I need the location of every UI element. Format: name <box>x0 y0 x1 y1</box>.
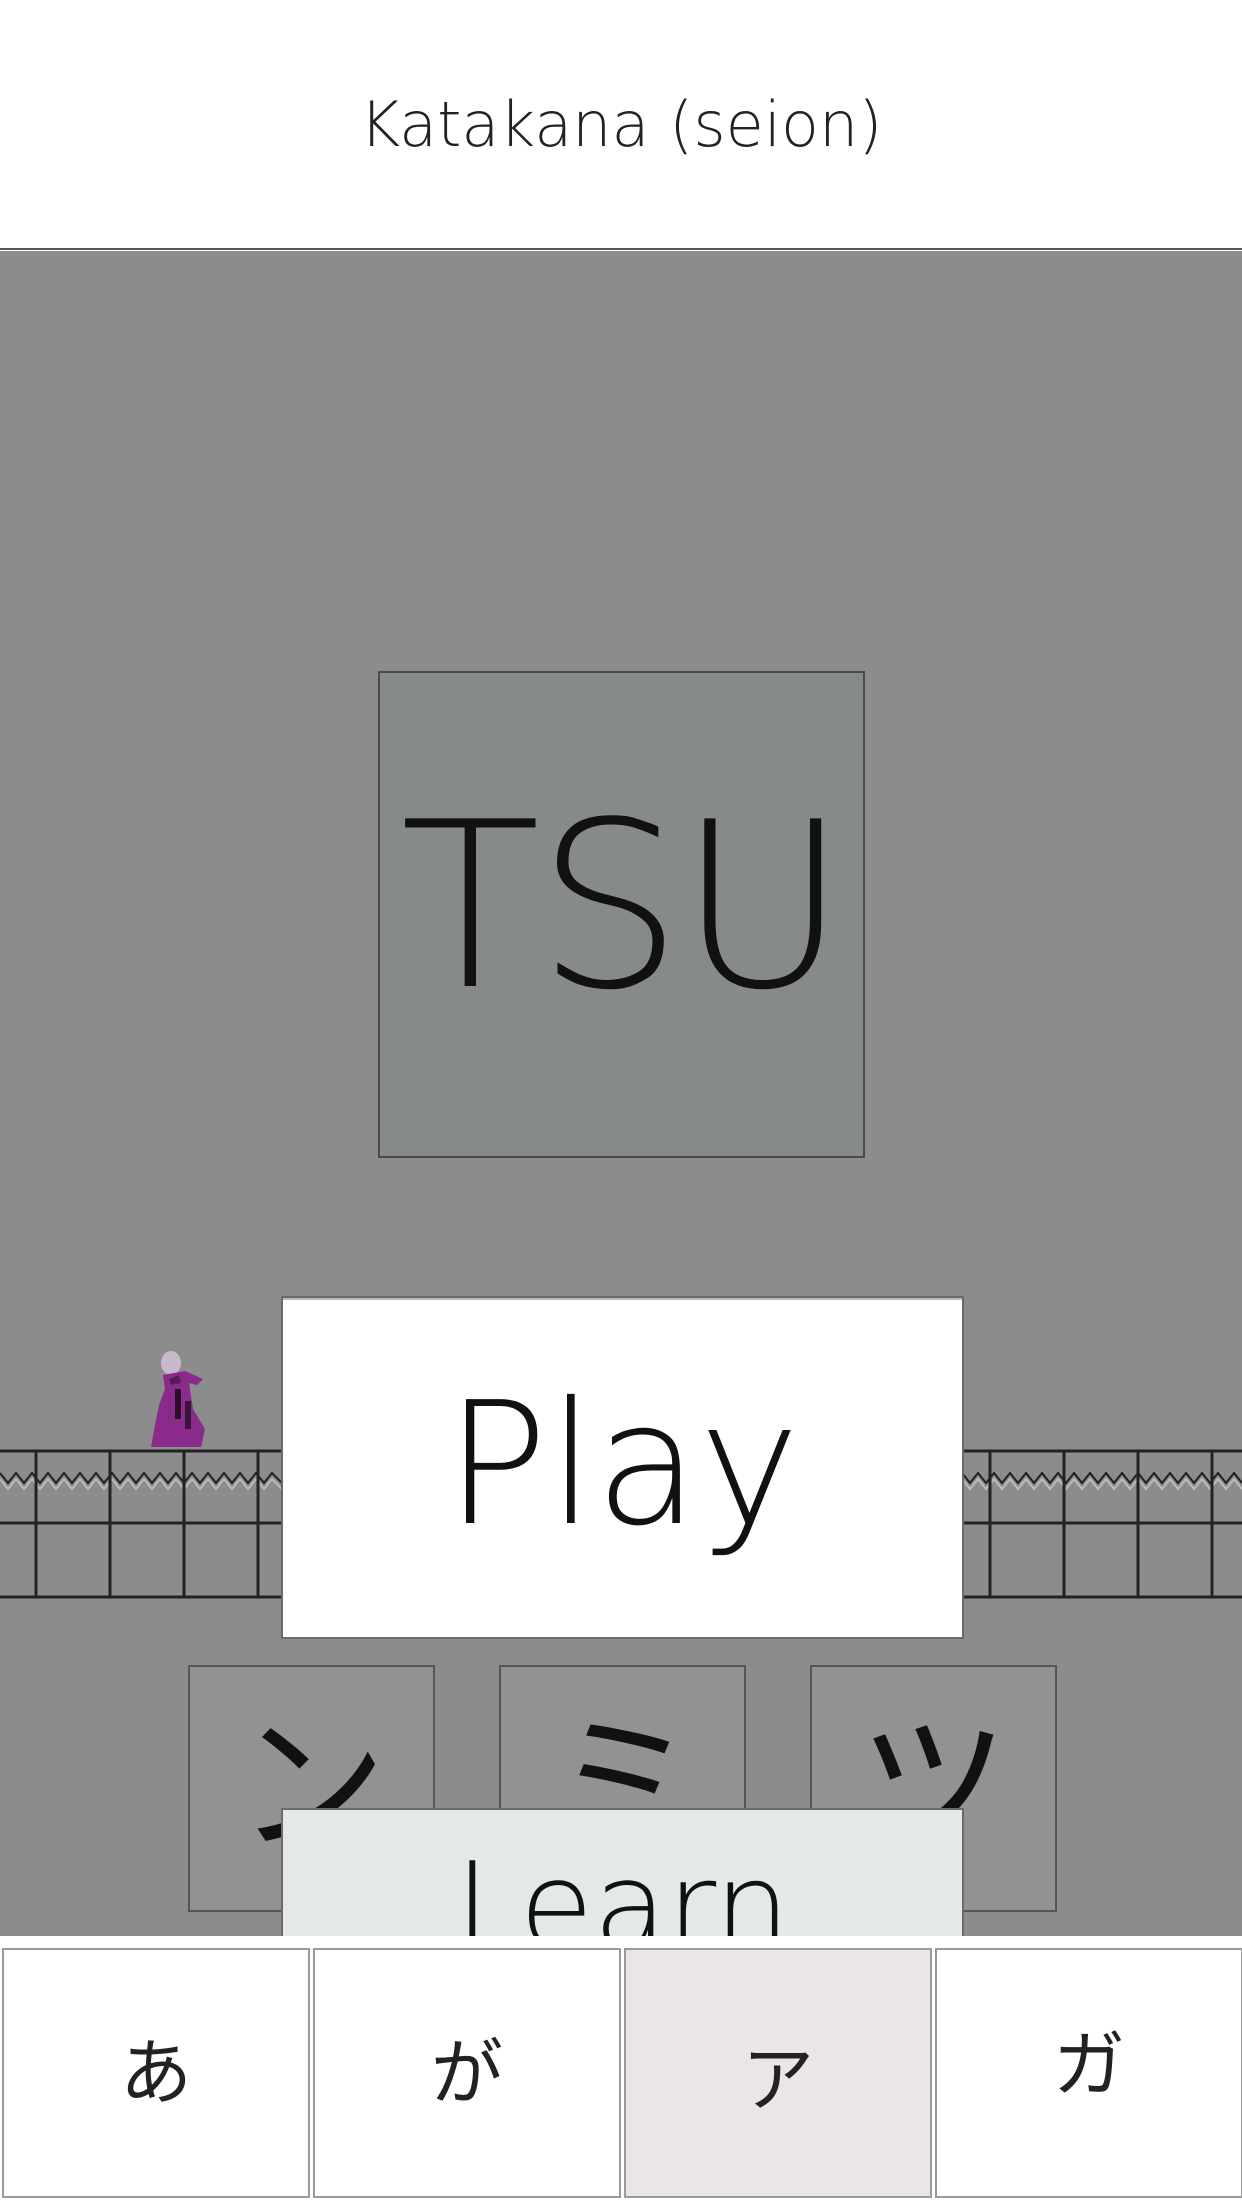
prompt-romaji: TSU <box>400 774 847 1041</box>
game-area[interactable]: TSU Play ン ミ ツ Learn <box>0 251 1242 2012</box>
prompt-card: TSU <box>378 671 865 1158</box>
play-button[interactable]: Play <box>281 1296 964 1639</box>
wall-left <box>0 1449 282 1599</box>
page-title: Katakana (seion) <box>359 88 883 161</box>
tab-label: ガ <box>1052 2023 1125 2107</box>
tab-label: あ <box>119 2031 192 2115</box>
tab-label: ア <box>741 2038 814 2122</box>
tab-hiragana-dakuon[interactable]: が <box>313 1948 621 2198</box>
tab-label: が <box>430 2031 503 2115</box>
tab-katakana-seion[interactable]: ア <box>624 1948 932 2198</box>
tab-hiragana-seion[interactable]: あ <box>2 1948 310 2198</box>
wall-right <box>962 1449 1242 1599</box>
ninja-sprite-icon <box>151 1351 205 1447</box>
play-button-label: Play <box>445 1366 800 1564</box>
kana-set-tabbar: あ が ア ガ <box>0 1936 1242 2208</box>
tab-katakana-dakuon[interactable]: ガ <box>935 1948 1242 2198</box>
header: Katakana (seion) <box>0 0 1242 250</box>
